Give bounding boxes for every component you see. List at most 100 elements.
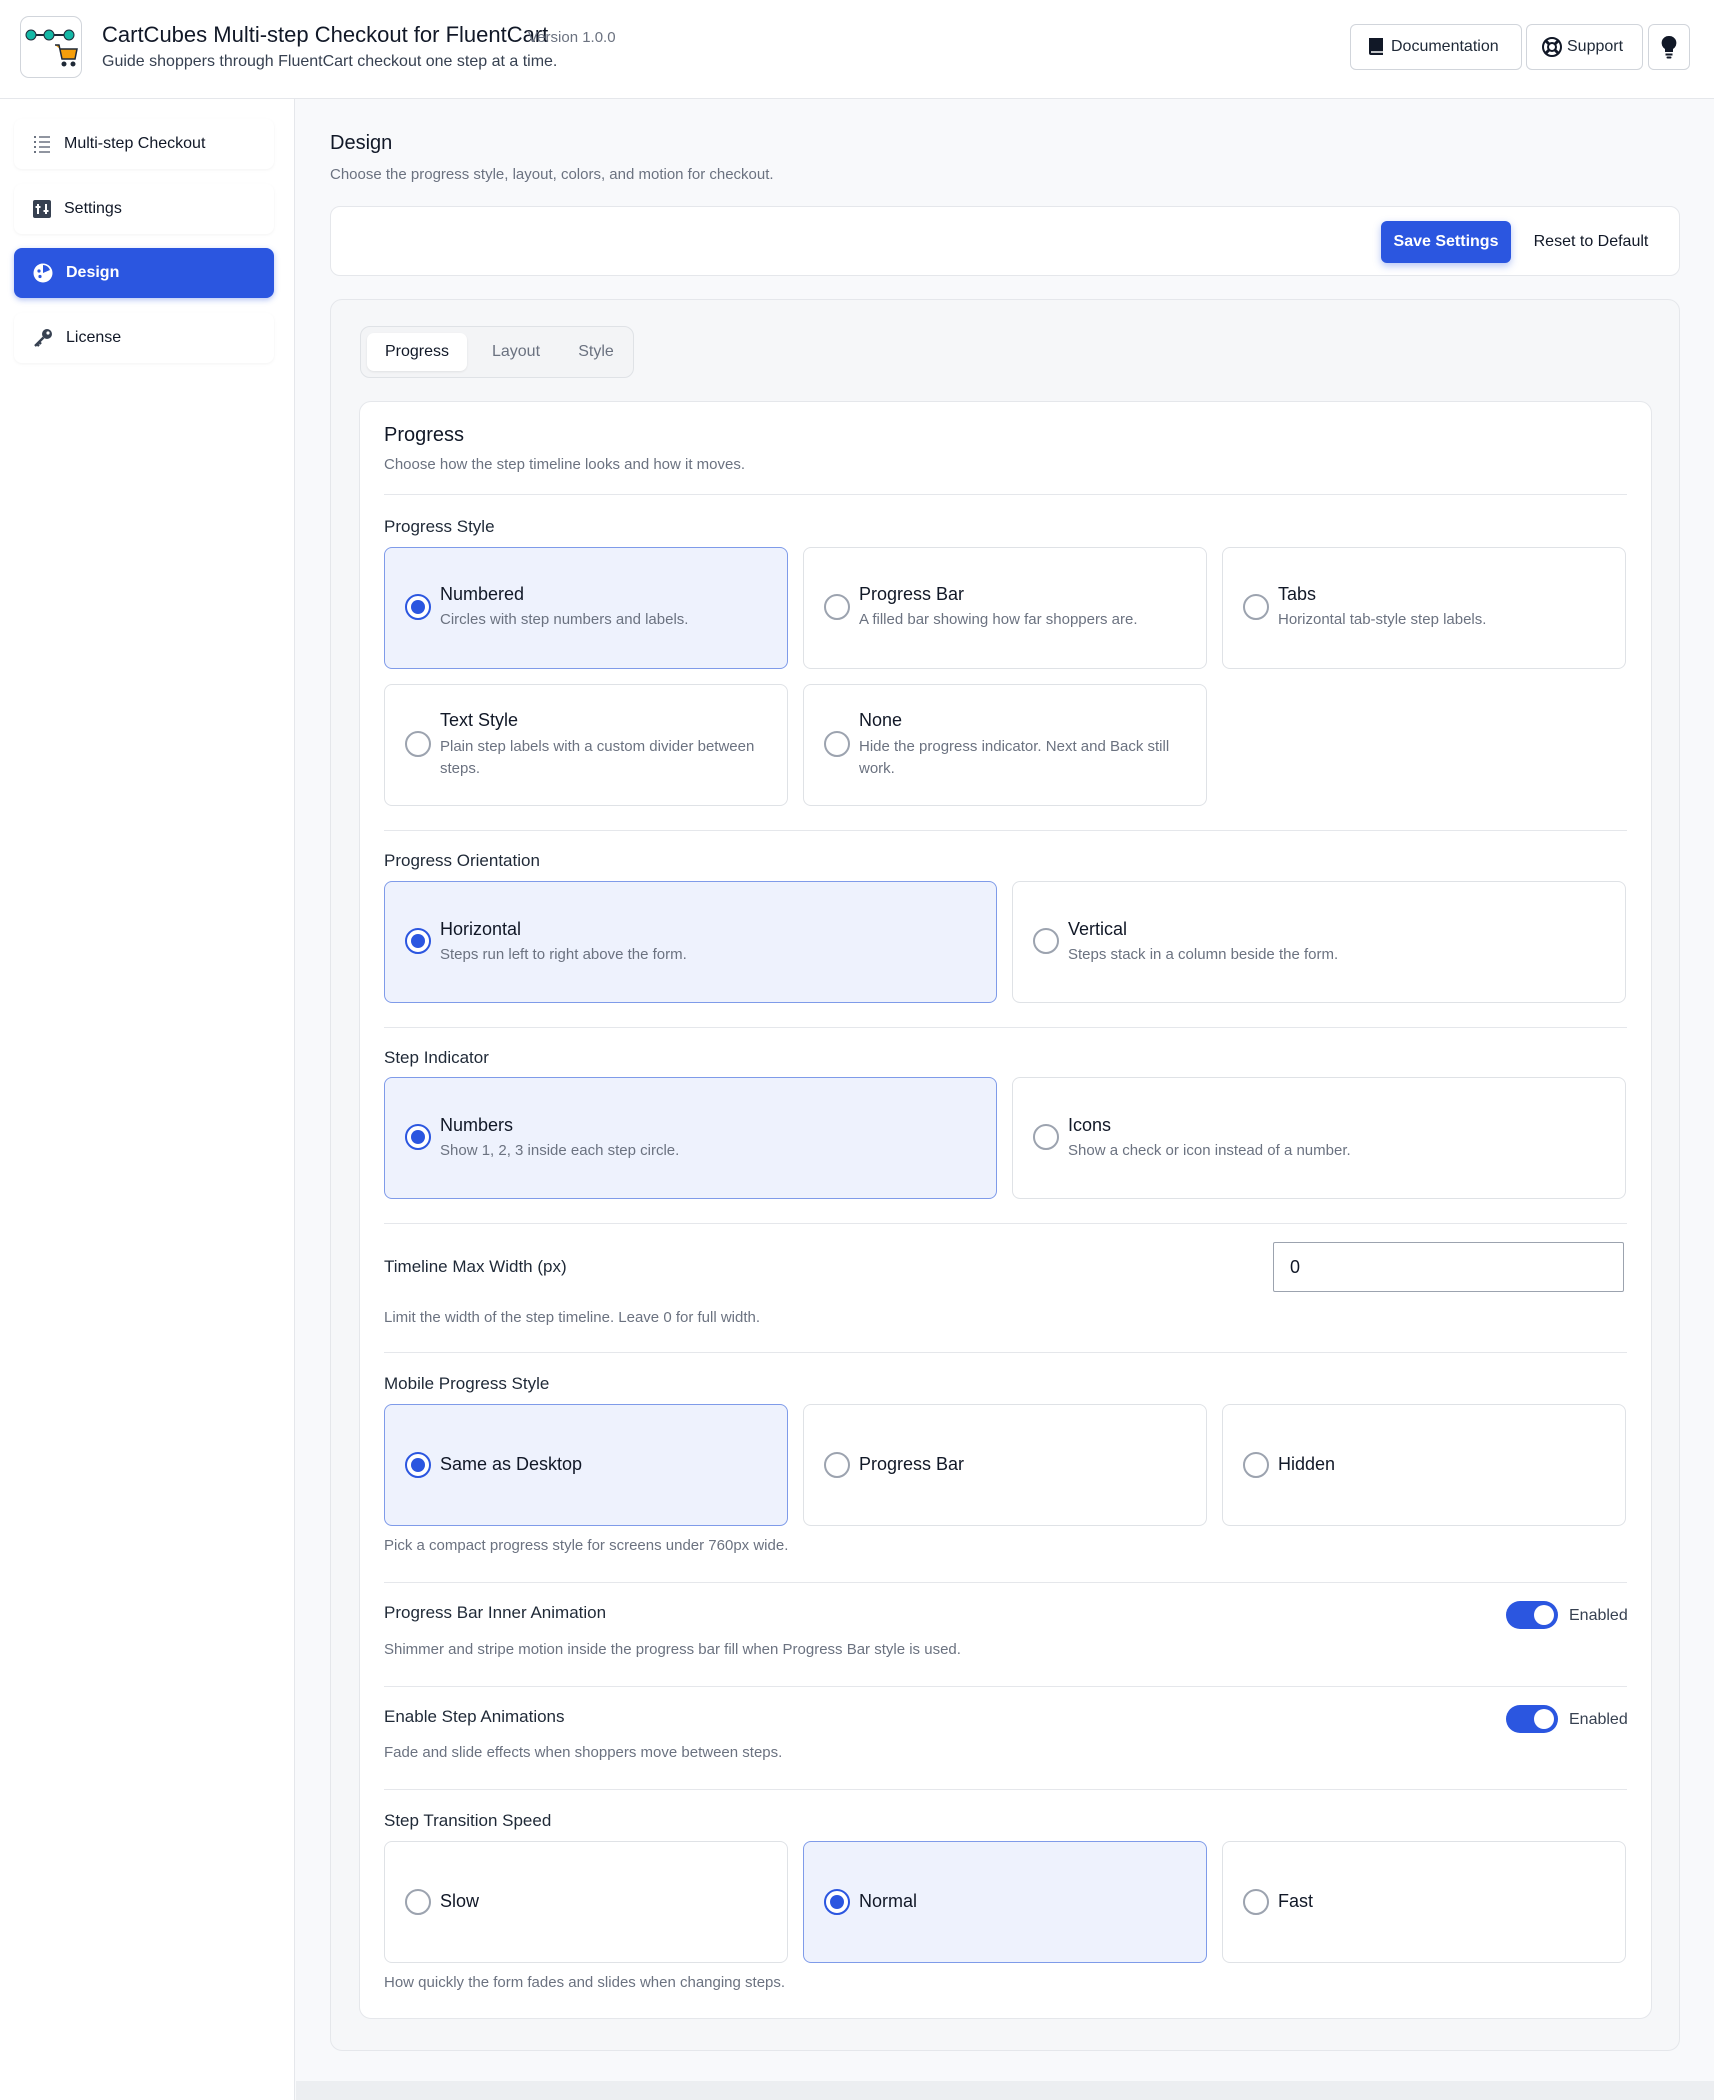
timeline-max-width-label: Timeline Max Width (px) — [384, 1257, 567, 1276]
page-footer-strip — [296, 2081, 1714, 2100]
reset-to-default-button[interactable]: Reset to Default — [1521, 221, 1661, 263]
step-animations-label: Enable Step Animations — [384, 1707, 565, 1726]
progress-style-option-tabs[interactable]: Tabs Horizontal tab-style step labels. — [1222, 547, 1626, 669]
option-title: Slow — [440, 1891, 480, 1911]
sidebar: Multi-step Checkout Settings Design Lice… — [0, 99, 295, 2100]
option-title: Text Style — [440, 710, 519, 730]
app-subtitle: Guide shoppers through FluentCart checko… — [102, 53, 558, 70]
inner-animation-label: Progress Bar Inner Animation — [384, 1603, 607, 1622]
section-title: Progress — [384, 424, 465, 446]
support-button[interactable]: Support — [1526, 24, 1643, 70]
step-indicator-label: Step Indicator — [384, 1048, 489, 1067]
tips-button[interactable] — [1648, 24, 1690, 70]
option-title: Progress Bar — [859, 1454, 965, 1474]
progress-style-option-text-style[interactable]: Text Style Plain step labels with a cust… — [384, 684, 788, 806]
option-title: None — [859, 710, 903, 730]
save-settings-button[interactable]: Save Settings — [1381, 221, 1511, 263]
book-icon — [1369, 38, 1383, 55]
step-animations-toggle[interactable] — [1506, 1705, 1558, 1733]
progress-orientation-label: Progress Orientation — [384, 851, 540, 870]
divider — [384, 1686, 1627, 1687]
radio-button[interactable] — [824, 731, 850, 757]
design-tabs: Progress Layout Style — [360, 326, 634, 378]
palette-icon — [33, 263, 53, 283]
sidebar-item-settings[interactable]: Settings — [14, 184, 274, 234]
inner-animation-help: Shimmer and stripe motion inside the pro… — [384, 1641, 961, 1658]
step-indicator-option-numbers[interactable]: Numbers Show 1, 2, 3 inside each step ci… — [384, 1077, 997, 1199]
lifebuoy-icon — [1542, 37, 1562, 57]
page-title: Design — [330, 132, 393, 154]
radio-button[interactable] — [824, 594, 850, 620]
divider — [384, 1352, 1627, 1353]
radio-button[interactable] — [1243, 1452, 1269, 1478]
documentation-button[interactable]: Documentation — [1350, 24, 1522, 70]
radio-button[interactable] — [405, 594, 431, 620]
progress-style-option-numbered[interactable]: Numbered Circles with step numbers and l… — [384, 547, 788, 669]
sidebar-item-label: Design — [66, 264, 120, 281]
mobile-style-option-same-as-desktop[interactable]: Same as Desktop — [384, 1404, 788, 1526]
option-title: Fast — [1278, 1891, 1314, 1911]
action-bar: Save Settings Reset to Default — [330, 206, 1680, 276]
radio-button[interactable] — [1243, 1889, 1269, 1915]
radio-button[interactable] — [1243, 594, 1269, 620]
app-title: CartCubes Multi-step Checkout for Fluent… — [102, 22, 549, 47]
sidebar-item-label: Settings — [64, 200, 122, 217]
option-description: Show a check or icon instead of a number… — [1068, 1142, 1351, 1159]
transition-speed-option-normal[interactable]: Normal — [803, 1841, 1207, 1963]
top-header: CartCubes Multi-step Checkout for Fluent… — [0, 0, 1714, 99]
timeline-max-width-input[interactable] — [1273, 1242, 1624, 1292]
radio-button[interactable] — [405, 1452, 431, 1478]
sidebar-item-multi-step-checkout[interactable]: Multi-step Checkout — [14, 119, 274, 169]
mobile-style-option-hidden[interactable]: Hidden — [1222, 1404, 1626, 1526]
option-title: Hidden — [1278, 1454, 1336, 1474]
tab-layout[interactable]: Layout — [469, 333, 563, 371]
radio-button[interactable] — [1033, 1124, 1059, 1150]
tab-style[interactable]: Style — [563, 333, 629, 371]
step-indicator-option-icons[interactable]: Icons Show a check or icon instead of a … — [1012, 1077, 1626, 1199]
support-label: Support — [1567, 38, 1624, 55]
option-title: Same as Desktop — [440, 1454, 583, 1474]
radio-button[interactable] — [824, 1452, 850, 1478]
radio-button[interactable] — [405, 1124, 431, 1150]
radio-button[interactable] — [405, 1889, 431, 1915]
radio-button[interactable] — [824, 1889, 850, 1915]
divider — [384, 494, 1627, 495]
step-animations-state: Enabled — [1569, 1711, 1628, 1728]
lightbulb-icon — [1661, 35, 1677, 59]
orientation-option-horizontal[interactable]: Horizontal Steps run left to right above… — [384, 881, 997, 1003]
sidebar-item-label: Multi-step Checkout — [64, 135, 206, 152]
documentation-label: Documentation — [1391, 38, 1499, 55]
mobile-progress-style-label: Mobile Progress Style — [384, 1374, 550, 1393]
progress-style-option-progress-bar[interactable]: Progress Bar A filled bar showing how fa… — [803, 547, 1207, 669]
section-description: Choose how the step timeline looks and h… — [384, 456, 746, 473]
progress-style-option-none[interactable]: None Hide the progress indicator. Next a… — [803, 684, 1207, 806]
radio-button[interactable] — [405, 731, 431, 757]
option-title: Normal — [859, 1891, 918, 1911]
transition-speed-option-slow[interactable]: Slow — [384, 1841, 788, 1963]
option-description: Hide the progress indicator. Next and Ba… — [859, 738, 1170, 777]
timeline-max-width-help: Limit the width of the step timeline. Le… — [384, 1309, 761, 1326]
option-description: Plain step labels with a custom divider … — [440, 738, 755, 777]
mobile-style-option-progress-bar[interactable]: Progress Bar — [803, 1404, 1207, 1526]
sidebar-item-label: License — [66, 329, 122, 346]
transition-speed-option-fast[interactable]: Fast — [1222, 1841, 1626, 1963]
app-logo — [20, 16, 82, 78]
option-description: Show 1, 2, 3 inside each step circle. — [440, 1142, 680, 1159]
sidebar-item-design[interactable]: Design — [14, 248, 274, 298]
inner-animation-toggle[interactable] — [1506, 1601, 1558, 1629]
orientation-option-vertical[interactable]: Vertical Steps stack in a column beside … — [1012, 881, 1626, 1003]
option-title: Progress Bar — [859, 584, 965, 604]
divider — [384, 1027, 1627, 1028]
option-title: Numbers — [440, 1115, 514, 1135]
option-description: A filled bar showing how far shoppers ar… — [859, 611, 1138, 628]
radio-button[interactable] — [1033, 928, 1059, 954]
tab-progress[interactable]: Progress — [367, 333, 467, 371]
option-title: Tabs — [1278, 584, 1317, 604]
option-title: Numbered — [440, 584, 525, 604]
sidebar-item-license[interactable]: License — [14, 313, 274, 363]
radio-button[interactable] — [405, 928, 431, 954]
key-icon — [34, 329, 52, 347]
option-description: Horizontal tab-style step labels. — [1278, 611, 1487, 628]
step-animations-help: Fade and slide effects when shoppers mov… — [384, 1744, 783, 1761]
divider — [384, 1223, 1627, 1224]
